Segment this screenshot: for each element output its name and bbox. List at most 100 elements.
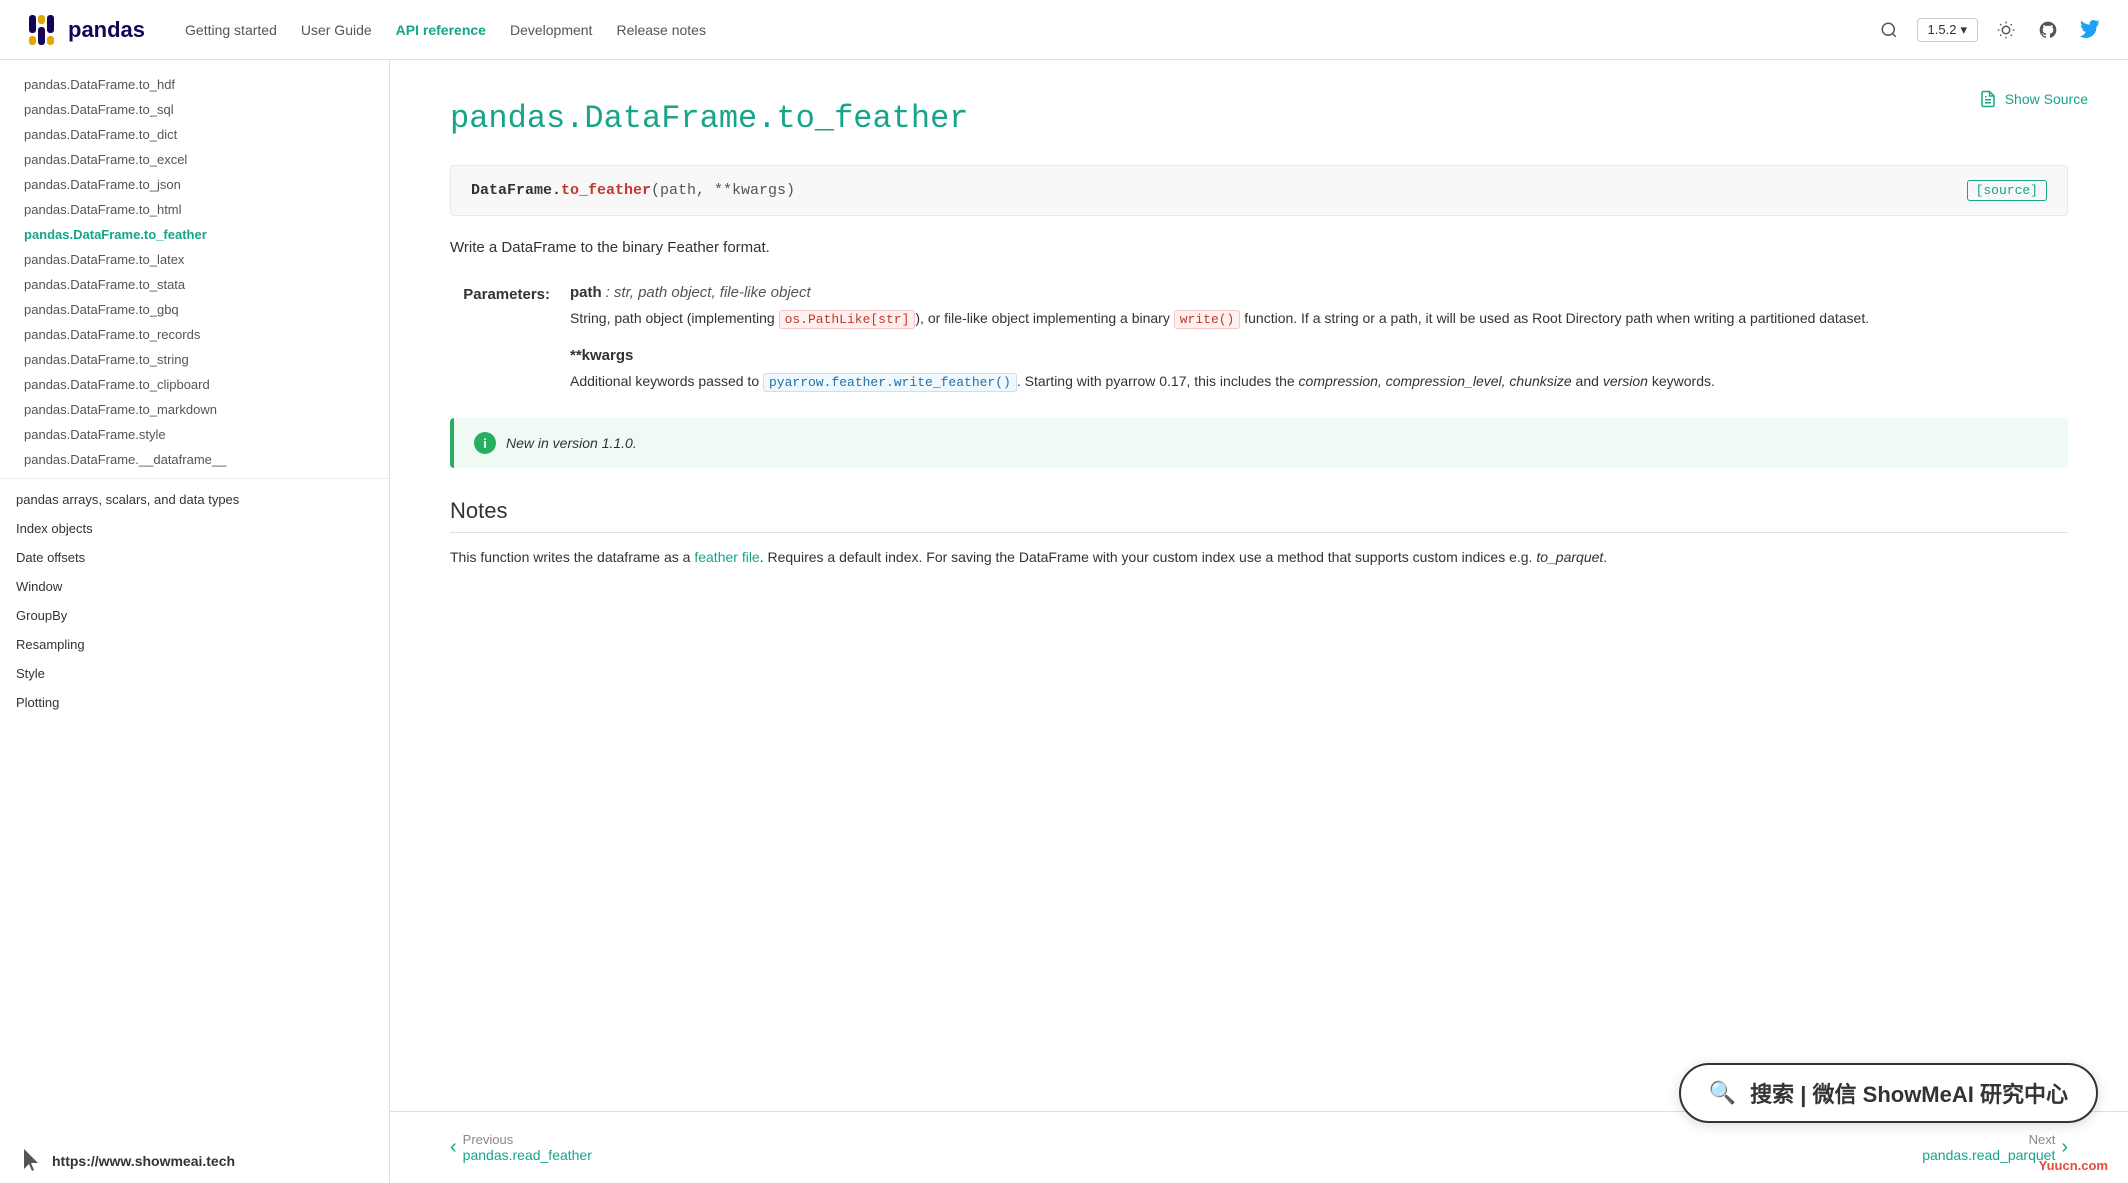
- params-row-kwargs: **kwargs Additional keywords passed to p…: [450, 347, 2068, 394]
- kwargs-desc-pre: Additional keywords passed to: [570, 373, 763, 389]
- param-kwargs-name: **kwargs: [570, 347, 633, 364]
- parameters-section: Parameters: path : str, path object, fil…: [450, 284, 2068, 394]
- kwargs-post: and: [1572, 373, 1603, 389]
- sidebar-section-window[interactable]: Window: [0, 572, 389, 601]
- next-label: Next: [1922, 1132, 2055, 1147]
- code-ospathlike: os.PathLike[str]: [779, 310, 916, 329]
- next-nav-text: Next pandas.read_parquet: [1922, 1132, 2055, 1163]
- logo-text: pandas: [68, 17, 145, 43]
- feather-file-link[interactable]: feather file: [694, 549, 759, 565]
- version-text: New in version 1.1.0.: [506, 435, 637, 451]
- top-nav: pandas Getting started User Guide API re…: [0, 0, 2128, 60]
- show-source-bar[interactable]: Show Source: [1979, 90, 2088, 108]
- yuucn-text: Yuucn.com: [2039, 1158, 2108, 1173]
- prev-page-link[interactable]: pandas.read_feather: [463, 1147, 592, 1163]
- prev-label: Previous: [463, 1132, 592, 1147]
- sidebar-item-style[interactable]: pandas.DataFrame.style: [0, 422, 389, 447]
- main-content: Show Source pandas.DataFrame.to_feather …: [390, 60, 2128, 1111]
- sidebar-item-to-html[interactable]: pandas.DataFrame.to_html: [0, 197, 389, 222]
- params-label-empty: [450, 347, 550, 394]
- sidebar-section-style[interactable]: Style: [0, 659, 389, 688]
- notes-text-pre: This function writes the dataframe as a: [450, 549, 694, 565]
- notes-title: Notes: [450, 498, 2068, 533]
- nav-getting-started[interactable]: Getting started: [185, 22, 277, 38]
- version-selector[interactable]: 1.5.2 ▾: [1917, 18, 1978, 42]
- pandas-logo-icon: [24, 12, 60, 48]
- document-icon: [1979, 90, 1997, 108]
- watermark-bar: 🔍 搜索 | 微信 ShowMeAI 研究中心: [1679, 1063, 2098, 1123]
- params-content-path: path : str, path object, file-like objec…: [570, 284, 2068, 331]
- notes-text-post: .: [1603, 549, 1607, 565]
- watermark-text: 搜索 | 微信 ShowMeAI 研究中心: [1750, 1077, 2068, 1109]
- sidebar: pandas.DataFrame.to_hdf pandas.DataFrame…: [0, 60, 390, 1183]
- nav-api-reference[interactable]: API reference: [396, 22, 486, 38]
- code-write: write(): [1174, 310, 1241, 329]
- main-layout: pandas.DataFrame.to_hdf pandas.DataFrame…: [0, 60, 2128, 1183]
- param-kwargs-desc: Additional keywords passed to pyarrow.fe…: [570, 370, 2068, 394]
- prev-arrow-icon: ‹: [450, 1136, 457, 1159]
- prev-nav-inner: ‹ Previous pandas.read_feather: [450, 1132, 592, 1163]
- kwargs-italic2: version: [1603, 373, 1648, 389]
- sidebar-section-plotting[interactable]: Plotting: [0, 688, 389, 717]
- param-path-name: path: [570, 284, 602, 301]
- source-link[interactable]: [source]: [1967, 180, 2047, 201]
- description: Write a DataFrame to the binary Feather …: [450, 236, 2068, 260]
- sidebar-section-groupby[interactable]: GroupBy: [0, 601, 389, 630]
- sidebar-item-to-stata[interactable]: pandas.DataFrame.to_stata: [0, 272, 389, 297]
- notes-text-mid: . Requires a default index. For saving t…: [760, 549, 1537, 565]
- sidebar-item-to-clipboard[interactable]: pandas.DataFrame.to_clipboard: [0, 372, 389, 397]
- notes-section: Notes This function writes the dataframe…: [450, 498, 2068, 570]
- sidebar-section-index[interactable]: Index objects: [0, 514, 389, 543]
- notes-text: This function writes the dataframe as a …: [450, 545, 2068, 570]
- bottom-watermark-left: https://www.showmeai.tech: [20, 1149, 235, 1173]
- version-text: 1.5.2: [1928, 22, 1957, 37]
- version-note: i New in version 1.1.0.: [450, 418, 2068, 468]
- param-path-desc-mid: ), or file-like object implementing a bi…: [915, 310, 1173, 326]
- logo[interactable]: pandas: [24, 12, 145, 48]
- next-arrow-icon: ›: [2061, 1136, 2068, 1159]
- param-path-header: path : str, path object, file-like objec…: [570, 284, 2068, 301]
- nav-development[interactable]: Development: [510, 22, 593, 38]
- bottom-watermark-right: Yuucn.com: [2039, 1158, 2108, 1173]
- sidebar-item-to-hdf[interactable]: pandas.DataFrame.to_hdf: [0, 72, 389, 97]
- sidebar-section-arrays[interactable]: pandas arrays, scalars, and data types: [0, 485, 389, 514]
- params-content-kwargs: **kwargs Additional keywords passed to p…: [570, 347, 2068, 394]
- param-path-desc: String, path object (implementing os.Pat…: [570, 307, 2068, 331]
- watermark-url: https://www.showmeai.tech: [52, 1153, 235, 1169]
- sidebar-item-to-json[interactable]: pandas.DataFrame.to_json: [0, 172, 389, 197]
- info-icon: i: [474, 432, 496, 454]
- nav-links: Getting started User Guide API reference…: [185, 22, 1875, 38]
- sidebar-item-to-latex[interactable]: pandas.DataFrame.to_latex: [0, 247, 389, 272]
- github-icon[interactable]: [2034, 16, 2062, 44]
- next-page-link[interactable]: pandas.read_parquet: [1922, 1147, 2055, 1163]
- kwargs-desc-post: . Starting with pyarrow 0.17, this inclu…: [1017, 373, 1299, 389]
- sidebar-item-to-feather[interactable]: pandas.DataFrame.to_feather: [0, 222, 389, 247]
- content-wrapper: Show Source pandas.DataFrame.to_feather …: [390, 60, 2128, 1183]
- show-source-label: Show Source: [2005, 91, 2088, 107]
- twitter-icon[interactable]: [2076, 16, 2104, 44]
- theme-toggle-icon[interactable]: [1992, 16, 2020, 44]
- cursor-icon: [20, 1149, 44, 1173]
- watermark-search-icon: 🔍: [1709, 1080, 1736, 1106]
- kwargs-italic: compression, compression_level, chunksiz…: [1299, 373, 1572, 389]
- sidebar-item-to-dict[interactable]: pandas.DataFrame.to_dict: [0, 122, 389, 147]
- signature-text: DataFrame.to_feather(path, **kwargs): [471, 182, 795, 199]
- sidebar-item-to-string[interactable]: pandas.DataFrame.to_string: [0, 347, 389, 372]
- sidebar-item-dataframe[interactable]: pandas.DataFrame.__dataframe__: [0, 447, 389, 472]
- sidebar-item-to-markdown[interactable]: pandas.DataFrame.to_markdown: [0, 397, 389, 422]
- sidebar-item-to-excel[interactable]: pandas.DataFrame.to_excel: [0, 147, 389, 172]
- nav-release-notes[interactable]: Release notes: [616, 22, 706, 38]
- sidebar-section-date[interactable]: Date offsets: [0, 543, 389, 572]
- kwargs-post2: keywords.: [1648, 373, 1715, 389]
- sidebar-item-to-sql[interactable]: pandas.DataFrame.to_sql: [0, 97, 389, 122]
- sidebar-item-to-gbq[interactable]: pandas.DataFrame.to_gbq: [0, 297, 389, 322]
- page-title: pandas.DataFrame.to_feather: [450, 100, 2068, 137]
- search-icon[interactable]: [1875, 16, 1903, 44]
- sig-method: to_feather: [561, 182, 651, 199]
- param-kwargs-header: **kwargs: [570, 347, 2068, 364]
- sidebar-item-to-records[interactable]: pandas.DataFrame.to_records: [0, 322, 389, 347]
- sidebar-section-resampling[interactable]: Resampling: [0, 630, 389, 659]
- nav-user-guide[interactable]: User Guide: [301, 22, 372, 38]
- prev-nav-text: Previous pandas.read_feather: [463, 1132, 592, 1163]
- params-label: Parameters:: [450, 284, 550, 331]
